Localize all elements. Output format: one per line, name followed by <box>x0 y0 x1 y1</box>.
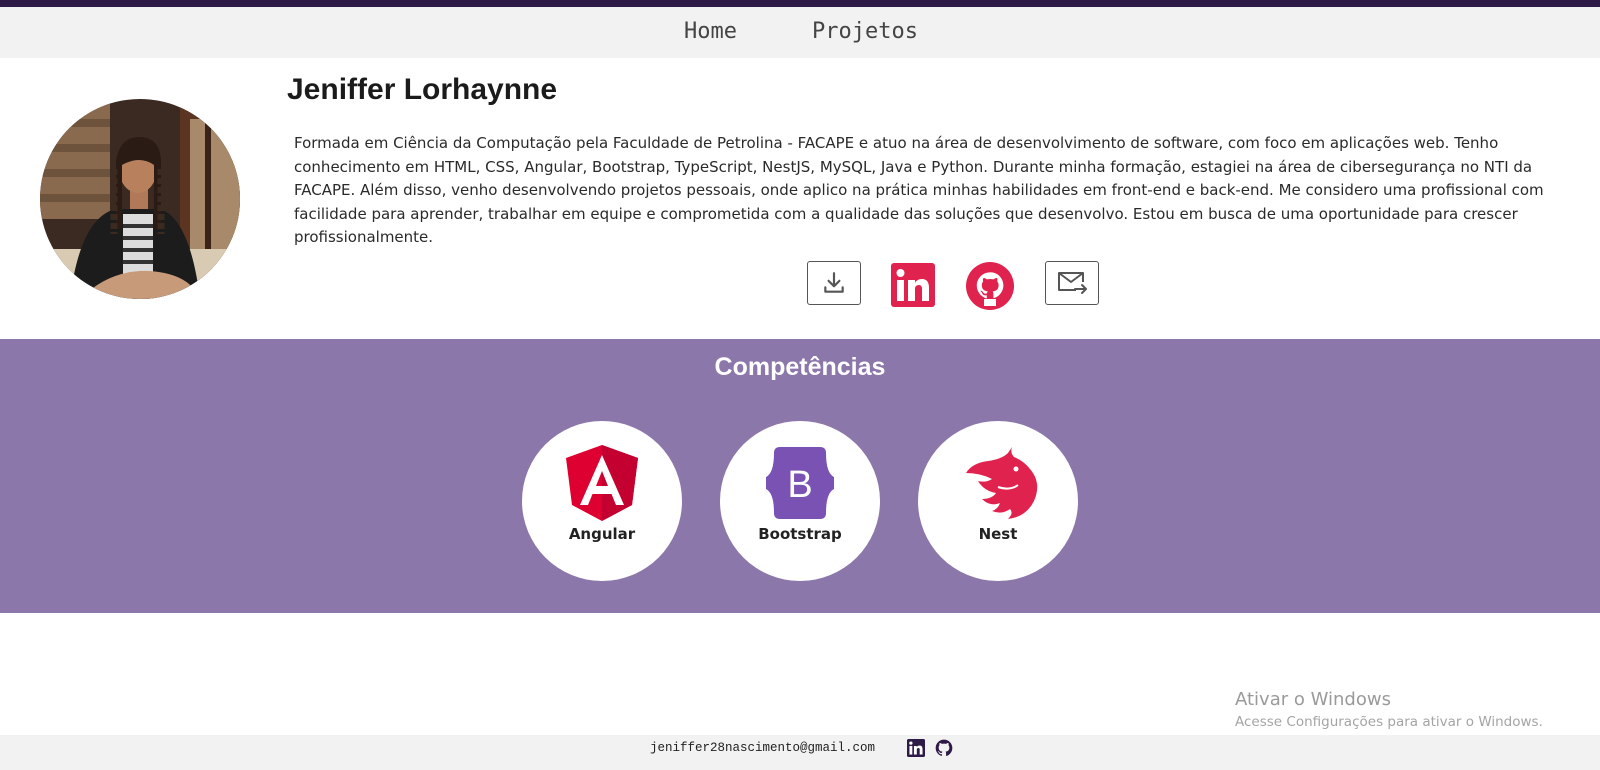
svg-text:B: B <box>787 464 812 506</box>
footer-github-link[interactable] <box>934 738 954 762</box>
linkedin-link[interactable] <box>891 263 935 307</box>
profile-avatar <box>40 99 240 299</box>
windows-activation-title: Ativar o Windows <box>1235 689 1391 710</box>
angular-logo-icon <box>566 445 638 521</box>
linkedin-icon <box>907 739 925 757</box>
footer-email[interactable]: jeniffer28nascimento@gmail.com <box>650 741 875 755</box>
footer: jeniffer28nascimento@gmail.com <box>0 735 1600 770</box>
skill-card-bootstrap: B Bootstrap <box>720 421 880 581</box>
skill-card-angular: Angular <box>522 421 682 581</box>
email-button[interactable] <box>1045 261 1099 305</box>
skill-card-nest: Nest <box>918 421 1078 581</box>
skill-label-nest: Nest <box>978 525 1018 543</box>
skill-label-bootstrap: Bootstrap <box>758 525 842 543</box>
top-accent-bar <box>0 0 1600 7</box>
skills-section: Competências Angular B Bootstrap Nest <box>0 339 1600 613</box>
download-icon <box>824 272 844 293</box>
linkedin-icon <box>891 263 935 307</box>
profile-name: Jeniffer Lorhaynne <box>287 73 558 106</box>
github-link[interactable] <box>966 262 1014 310</box>
nav-projetos-link[interactable]: Projetos <box>812 19 918 44</box>
profile-photo <box>40 99 240 299</box>
windows-activation-subtitle: Acesse Configurações para ativar o Windo… <box>1235 714 1543 730</box>
bootstrap-logo-icon: B <box>766 447 834 519</box>
mail-forward-icon <box>1058 272 1087 294</box>
download-cv-button[interactable] <box>807 261 861 305</box>
profile-bio: Formada em Ciência da Computação pela Fa… <box>294 134 1544 246</box>
github-icon <box>935 739 953 757</box>
nav-home-link[interactable]: Home <box>684 19 737 44</box>
footer-linkedin-link[interactable] <box>907 739 925 761</box>
top-nav: Home Projetos <box>0 7 1600 58</box>
skills-title: Competências <box>714 353 886 381</box>
github-icon <box>966 262 1014 310</box>
skill-label-angular: Angular <box>568 525 636 543</box>
nest-logo-icon <box>966 447 1038 519</box>
